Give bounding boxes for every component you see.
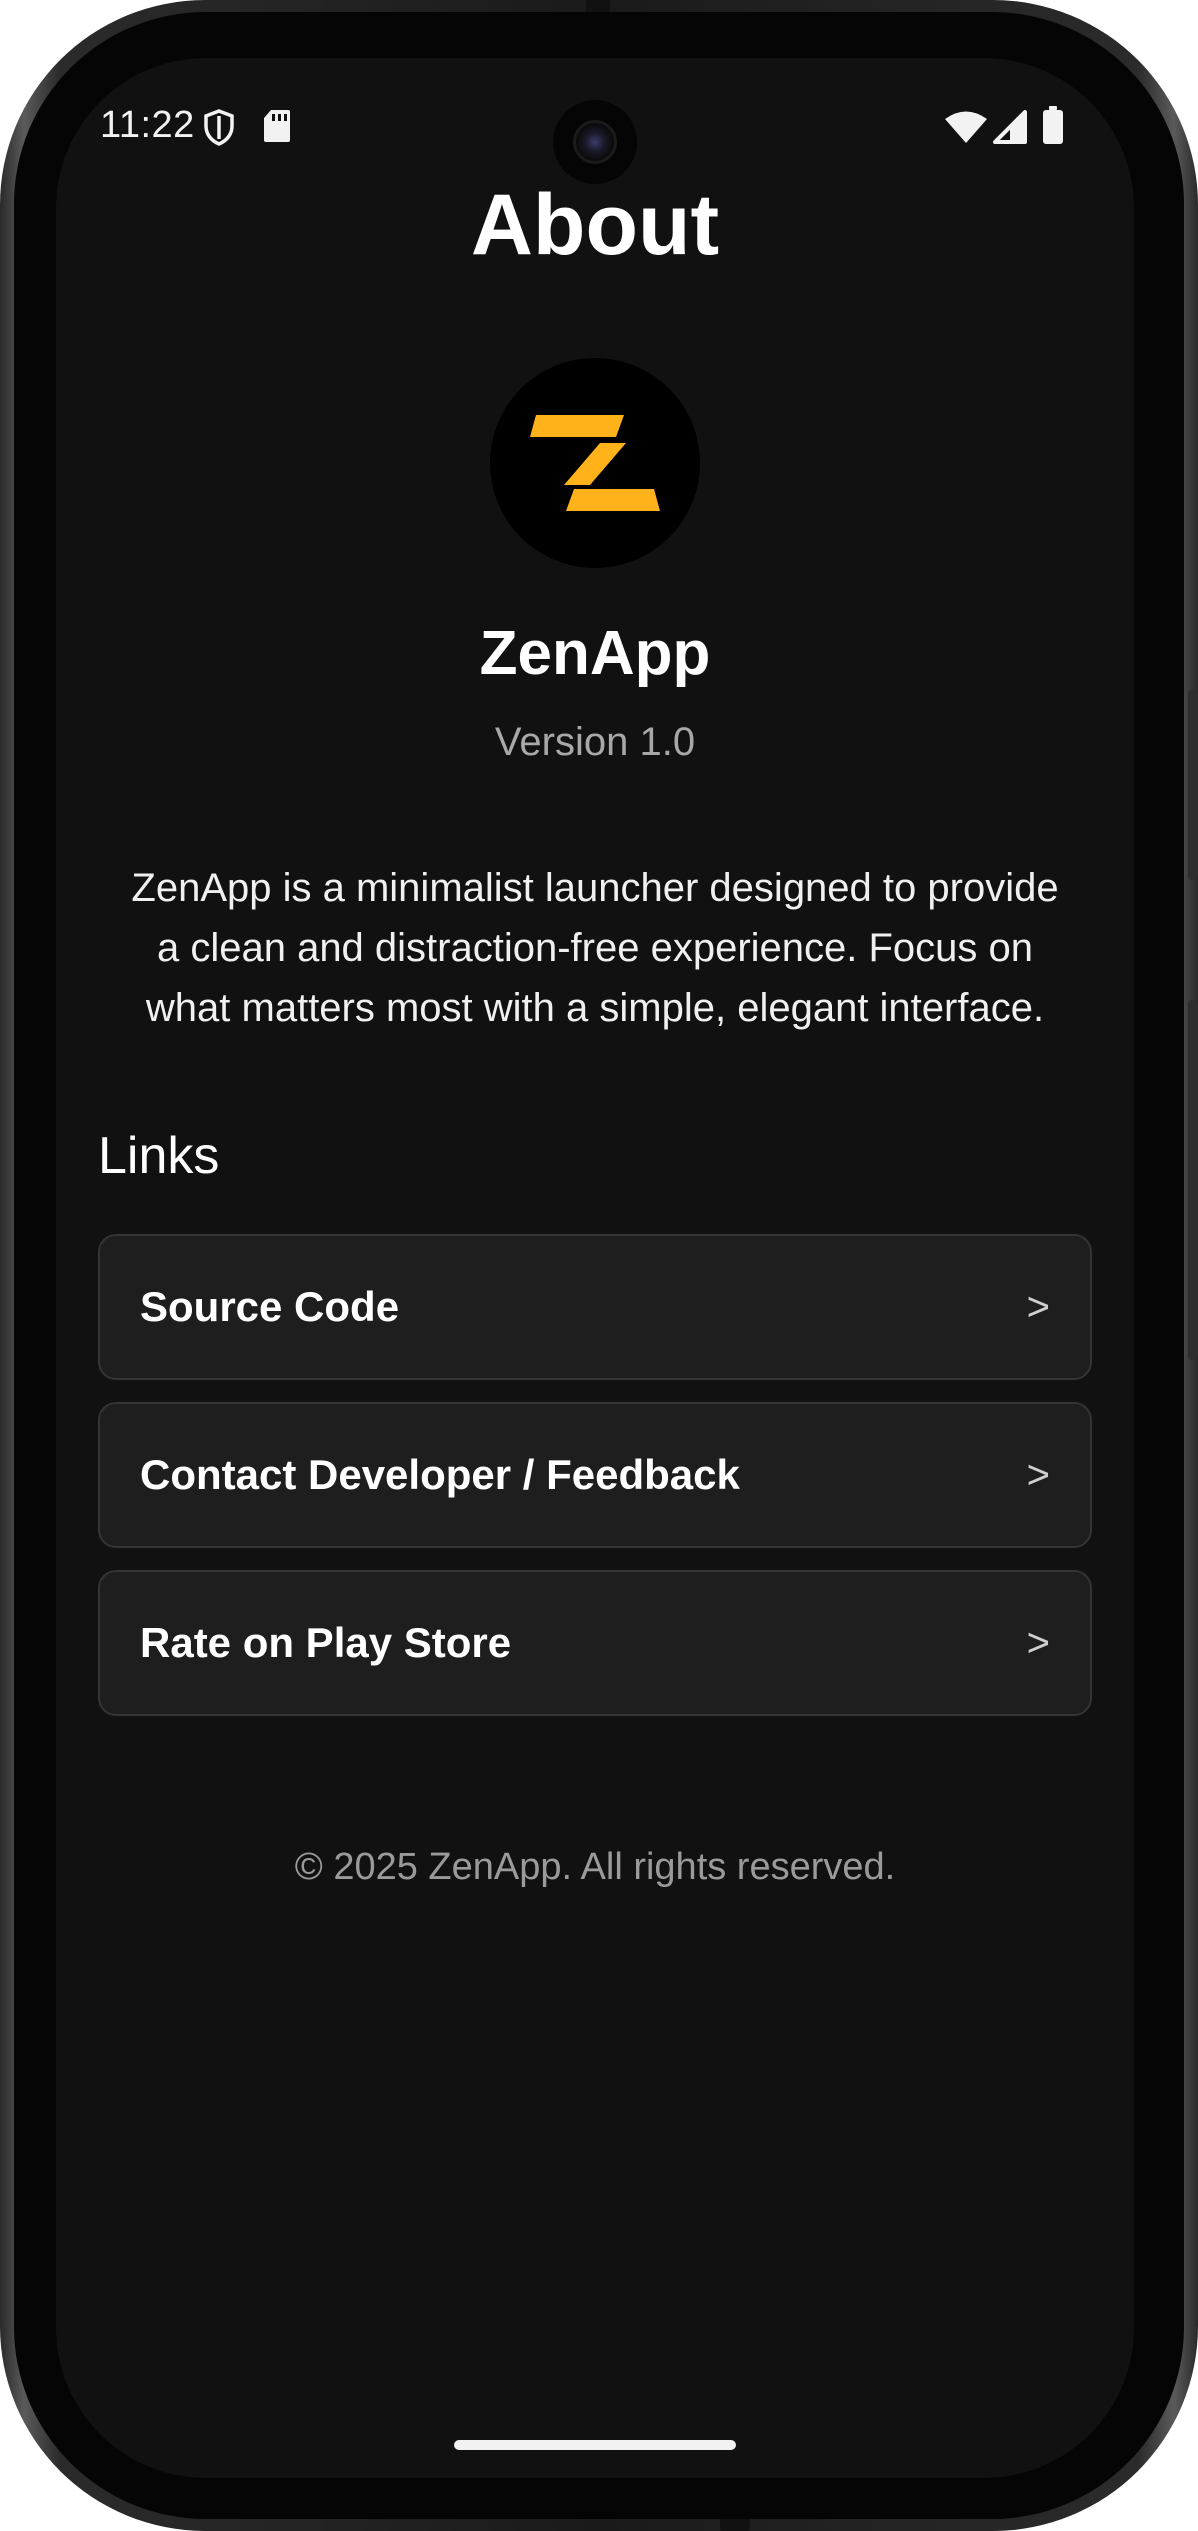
wifi-icon — [944, 110, 988, 149]
volume-button — [1188, 690, 1198, 880]
power-button — [1188, 1000, 1198, 1360]
link-contact-developer[interactable]: Contact Developer / Feedback > — [98, 1402, 1092, 1548]
link-rate-play-store[interactable]: Rate on Play Store > — [98, 1570, 1092, 1716]
shield-icon — [202, 108, 236, 151]
app-version: Version 1.0 — [494, 720, 696, 764]
links-heading: Links — [98, 1127, 220, 1185]
zenapp-logo-icon — [530, 415, 660, 511]
app-description: ZenApp is a minimalist launcher designed… — [131, 866, 1059, 1030]
sd-card-icon — [262, 108, 292, 149]
chevron-right-icon: > — [1026, 1620, 1050, 1665]
app-name: ZenApp — [479, 619, 711, 688]
cellular-signal-icon — [992, 110, 1028, 149]
phone-frame: 11:22 About ZenApp Version 1.0 ZenApp is… — [0, 0, 1198, 2531]
chevron-right-icon: > — [1026, 1284, 1050, 1329]
status-time: 11:22 — [100, 104, 195, 146]
link-label: Source Code — [140, 1283, 400, 1330]
screen: 11:22 About ZenApp Version 1.0 ZenApp is… — [56, 58, 1134, 2478]
app-logo — [490, 358, 700, 568]
link-source-code[interactable]: Source Code > — [98, 1234, 1092, 1380]
front-camera — [553, 100, 637, 184]
chevron-right-icon: > — [1026, 1452, 1050, 1497]
link-label: Rate on Play Store — [140, 1619, 512, 1666]
page-title: About — [470, 177, 720, 273]
bottom-port-slot — [720, 2517, 750, 2531]
footer-copyright: © 2025 ZenApp. All rights reserved. — [294, 1846, 896, 1888]
home-indicator[interactable] — [454, 2440, 736, 2450]
battery-icon — [1042, 106, 1064, 149]
link-label: Contact Developer / Feedback — [140, 1451, 740, 1498]
